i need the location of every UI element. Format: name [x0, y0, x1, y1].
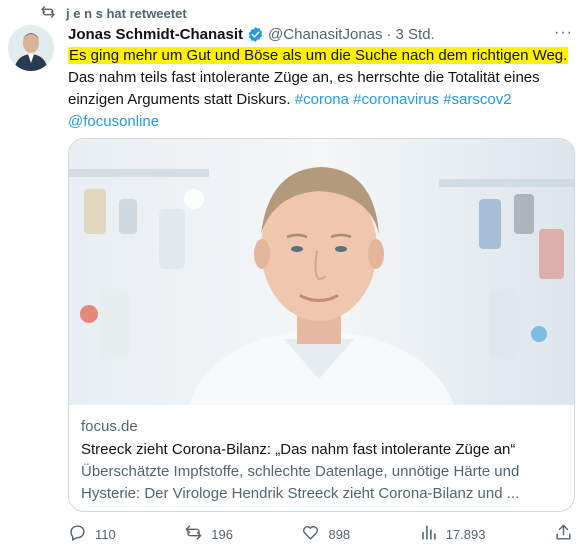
hashtag-coronavirus[interactable]: #coronavirus — [353, 91, 439, 108]
views-button[interactable]: 17.893 — [419, 523, 486, 545]
views-count: 17.893 — [445, 526, 486, 542]
verified-badge-icon — [247, 26, 264, 43]
heart-icon — [301, 523, 320, 545]
like-count: 898 — [328, 526, 351, 542]
card-image — [69, 139, 574, 405]
card-description: Überschätzte Impfstoffe, schlechte Daten… — [81, 463, 520, 502]
retweet-indicator[interactable]: j e n s hat retweetet — [40, 4, 187, 22]
highlighted-text: Es ging mehr um Gut und Böse als um die … — [68, 47, 569, 64]
tweet-text: Es ging mehr um Gut und Böse als um die … — [68, 45, 578, 133]
author-name[interactable]: Jonas Schmidt-Chanasit — [68, 26, 243, 43]
card-title: Streeck zieht Corona-Bilanz: „Das nahm f… — [81, 441, 516, 458]
retweet-icon — [40, 4, 56, 23]
card-info: focus.de Streeck zieht Corona-Bilanz: „D… — [81, 417, 562, 505]
share-button[interactable] — [554, 523, 573, 545]
hashtag-sarscov2[interactable]: #sarscov2 — [443, 91, 511, 108]
hashtag-corona[interactable]: #corona — [295, 91, 349, 108]
retweet-count: 196 — [211, 526, 233, 542]
more-options-icon[interactable]: ··· — [554, 24, 573, 42]
reply-icon — [68, 523, 87, 545]
like-button[interactable]: 898 — [301, 523, 350, 545]
tweet-actions: 110 196 898 17.893 — [68, 522, 573, 546]
tweet-header: Jonas Schmidt-Chanasit @ChanasitJonas · … — [68, 24, 573, 44]
author-handle[interactable]: @ChanasitJonas — [268, 26, 382, 43]
avatar[interactable] — [8, 25, 54, 71]
separator-dot: · — [386, 25, 392, 43]
reply-count: 110 — [95, 526, 116, 542]
link-card[interactable]: focus.de Streeck zieht Corona-Bilanz: „D… — [68, 138, 575, 512]
card-domain: focus.de — [81, 418, 138, 435]
reply-button[interactable]: 110 — [68, 523, 116, 545]
retweet-button[interactable]: 196 — [184, 523, 233, 545]
share-icon — [554, 523, 573, 545]
retweet-action-icon — [184, 523, 203, 545]
retweet-label: j e n s hat retweetet — [66, 5, 187, 21]
views-chart-icon — [419, 523, 438, 545]
mention-link[interactable]: @focusonline — [68, 113, 159, 130]
timestamp[interactable]: 3 Std. — [396, 26, 435, 43]
